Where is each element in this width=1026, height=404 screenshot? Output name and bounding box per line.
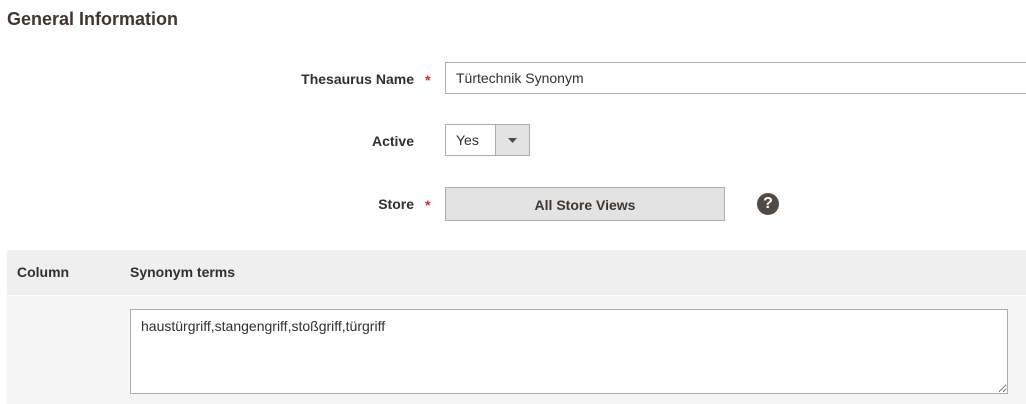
thesaurus-name-label: Thesaurus Name [301,71,414,87]
active-label: Active [371,133,414,149]
active-select-value: Yes [456,132,479,148]
active-row: Active Yes [0,124,1026,158]
thesaurus-name-input[interactable] [445,62,1026,94]
thesaurus-edit-page: General Information Thesaurus Name * Act… [0,0,1026,404]
thesaurus-name-row: Thesaurus Name * [0,62,1026,96]
column-header-synonym-terms: Synonym terms [130,264,236,280]
store-views-button[interactable]: All Store Views [445,187,725,221]
chevron-down-icon[interactable] [495,125,529,155]
store-row: Store * All Store Views ? [0,187,1026,221]
store-required-mark: * [425,197,431,213]
active-select[interactable]: Yes [445,124,530,156]
section-title: General Information [7,9,179,29]
synonyms-grid-row: haustürgriff,stangengriff,stoßgriff,türg… [7,296,1026,404]
store-label: Store [378,196,414,212]
thesaurus-name-required-mark: * [425,72,431,88]
synonyms-grid-header: Column Synonym terms [7,250,1026,295]
synonym-terms-textarea[interactable]: haustürgriff,stangengriff,stoßgriff,türg… [130,309,1008,394]
help-icon[interactable]: ? [757,193,779,215]
column-header-column: Column [17,264,70,280]
